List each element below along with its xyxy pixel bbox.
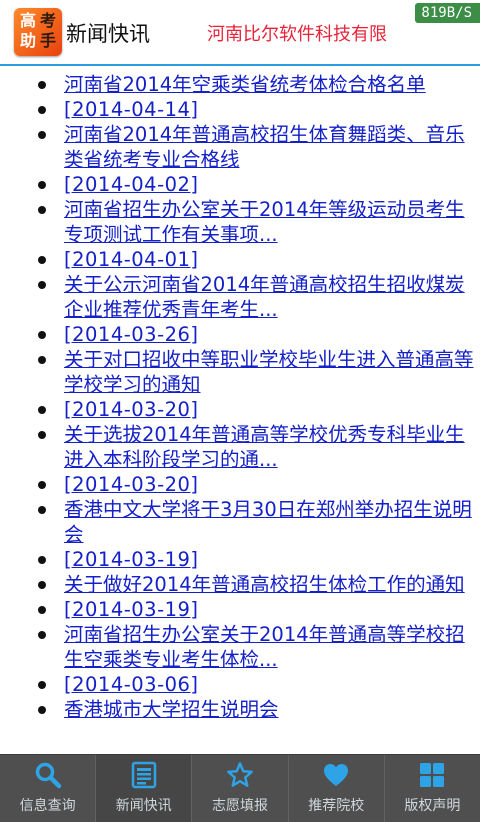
news-item[interactable]: 关于选拔2014年普通高等学校优秀专科毕业生进入本科阶段学习的通...: [0, 422, 480, 472]
tab-label: 推荐院校: [308, 798, 365, 814]
news-date-text: [2014-04-01]: [64, 248, 199, 271]
news-item[interactable]: 香港城市大学招生说明会: [0, 697, 480, 722]
page-title: 新闻快讯: [66, 22, 150, 46]
news-date: [2014-03-19]: [0, 597, 480, 622]
tab-news[interactable]: 新闻快讯: [96, 755, 193, 822]
app-header: 高 考 助 手 新闻快讯 河南比尔软件科技有限 819B/S: [0, 0, 480, 66]
news-link[interactable]: 香港城市大学招生说明会: [64, 698, 279, 721]
news-link[interactable]: 河南省招生办公室关于2014年等级运动员考生专项测试工作有关事项...: [64, 198, 465, 246]
logo-char: 考: [39, 11, 56, 30]
tab-label: 志愿填报: [212, 798, 268, 814]
tab-application[interactable]: 志愿填报: [192, 755, 289, 822]
tab-label: 版权声明: [404, 798, 461, 814]
news-list: 河南省2014年空乘类省统考体检合格名单 [2014-04-14] 河南省201…: [0, 72, 480, 722]
news-item[interactable]: 香港中文大学将于3月30日在郑州举办招生说明会: [0, 497, 480, 547]
news-list-container[interactable]: 河南省2014年空乘类省统考体检合格名单 [2014-04-14] 河南省201…: [0, 72, 480, 754]
news-date: [2014-03-19]: [0, 547, 480, 572]
app-logo: 高 考 助 手: [14, 8, 62, 56]
news-link[interactable]: 关于对口招收中等职业学校毕业生进入普通高等学校学习的通知: [64, 348, 474, 396]
news-link[interactable]: 河南省2014年空乘类省统考体检合格名单: [64, 73, 426, 96]
grid-icon: [420, 763, 445, 787]
wifi-icon: [385, 5, 408, 22]
news-link[interactable]: 河南省招生办公室关于2014年普通高等学校招生空乘类专业考生体检...: [64, 623, 465, 671]
news-date-text: [2014-03-19]: [64, 548, 199, 571]
news-link[interactable]: 关于选拔2014年普通高等学校优秀专科毕业生进入本科阶段学习的通...: [64, 423, 465, 471]
news-item[interactable]: 河南省招生办公室关于2014年等级运动员考生专项测试工作有关事项...: [0, 197, 480, 247]
tab-recommended-schools[interactable]: 推荐院校: [289, 755, 385, 822]
news-item[interactable]: 河南省招生办公室关于2014年普通高等学校招生空乘类专业考生体检...: [0, 622, 480, 672]
logo-char: 高: [19, 11, 36, 30]
network-speed: 819B/S: [415, 3, 480, 23]
news-icon: [131, 761, 157, 789]
news-date-text: [2014-03-06]: [64, 673, 199, 696]
news-link[interactable]: 河南省2014年普通高校招生体育舞蹈类、音乐类省统考专业合格线: [64, 123, 465, 171]
news-date-text: [2014-04-02]: [64, 173, 199, 196]
news-date: [2014-03-26]: [0, 322, 480, 347]
news-date-text: [2014-04-14]: [64, 98, 199, 121]
news-date: [2014-04-14]: [0, 97, 480, 122]
logo-char: 助: [19, 31, 36, 50]
news-date: [2014-03-06]: [0, 672, 480, 697]
news-date-text: [2014-03-19]: [64, 598, 199, 621]
news-link[interactable]: 香港中文大学将于3月30日在郑州举办招生说明会: [64, 498, 472, 546]
news-date-text: [2014-03-20]: [64, 398, 199, 421]
star-icon: [227, 762, 253, 787]
news-date-text: [2014-03-20]: [64, 473, 199, 496]
news-link[interactable]: 关于做好2014年普通高校招生体检工作的通知: [64, 573, 465, 596]
search-icon: [35, 762, 61, 789]
news-date-text: [2014-03-26]: [64, 323, 199, 346]
news-item[interactable]: 关于对口招收中等职业学校毕业生进入普通高等学校学习的通知: [0, 347, 480, 397]
news-date: [2014-03-20]: [0, 472, 480, 497]
tab-label: 新闻快讯: [115, 798, 172, 814]
news-item[interactable]: 关于公示河南省2014年普通高校招生招收煤炭企业推荐优秀青年考生...: [0, 272, 480, 322]
company-name: 河南比尔软件科技有限: [207, 24, 387, 45]
news-item[interactable]: 河南省2014年空乘类省统考体检合格名单: [0, 72, 480, 97]
logo-char: 手: [39, 31, 56, 50]
news-date: [2014-04-02]: [0, 172, 480, 197]
tab-info-query[interactable]: 信息查询: [0, 755, 97, 822]
news-item[interactable]: 河南省2014年普通高校招生体育舞蹈类、音乐类省统考专业合格线: [0, 122, 480, 172]
news-item[interactable]: 关于做好2014年普通高校招生体检工作的通知: [0, 572, 480, 597]
heart-icon: [324, 764, 349, 786]
bottom-tab-bar: 信息查询 新闻快讯 志愿填报 推荐院校 版权声明: [0, 754, 480, 822]
status-bar: 819B/S: [383, 0, 480, 26]
news-date: [2014-04-01]: [0, 247, 480, 272]
news-date: [2014-03-20]: [0, 397, 480, 422]
tab-label: 信息查询: [19, 798, 76, 814]
news-link[interactable]: 关于公示河南省2014年普通高校招生招收煤炭企业推荐优秀青年考生...: [64, 273, 465, 321]
tab-copyright[interactable]: 版权声明: [385, 755, 480, 822]
